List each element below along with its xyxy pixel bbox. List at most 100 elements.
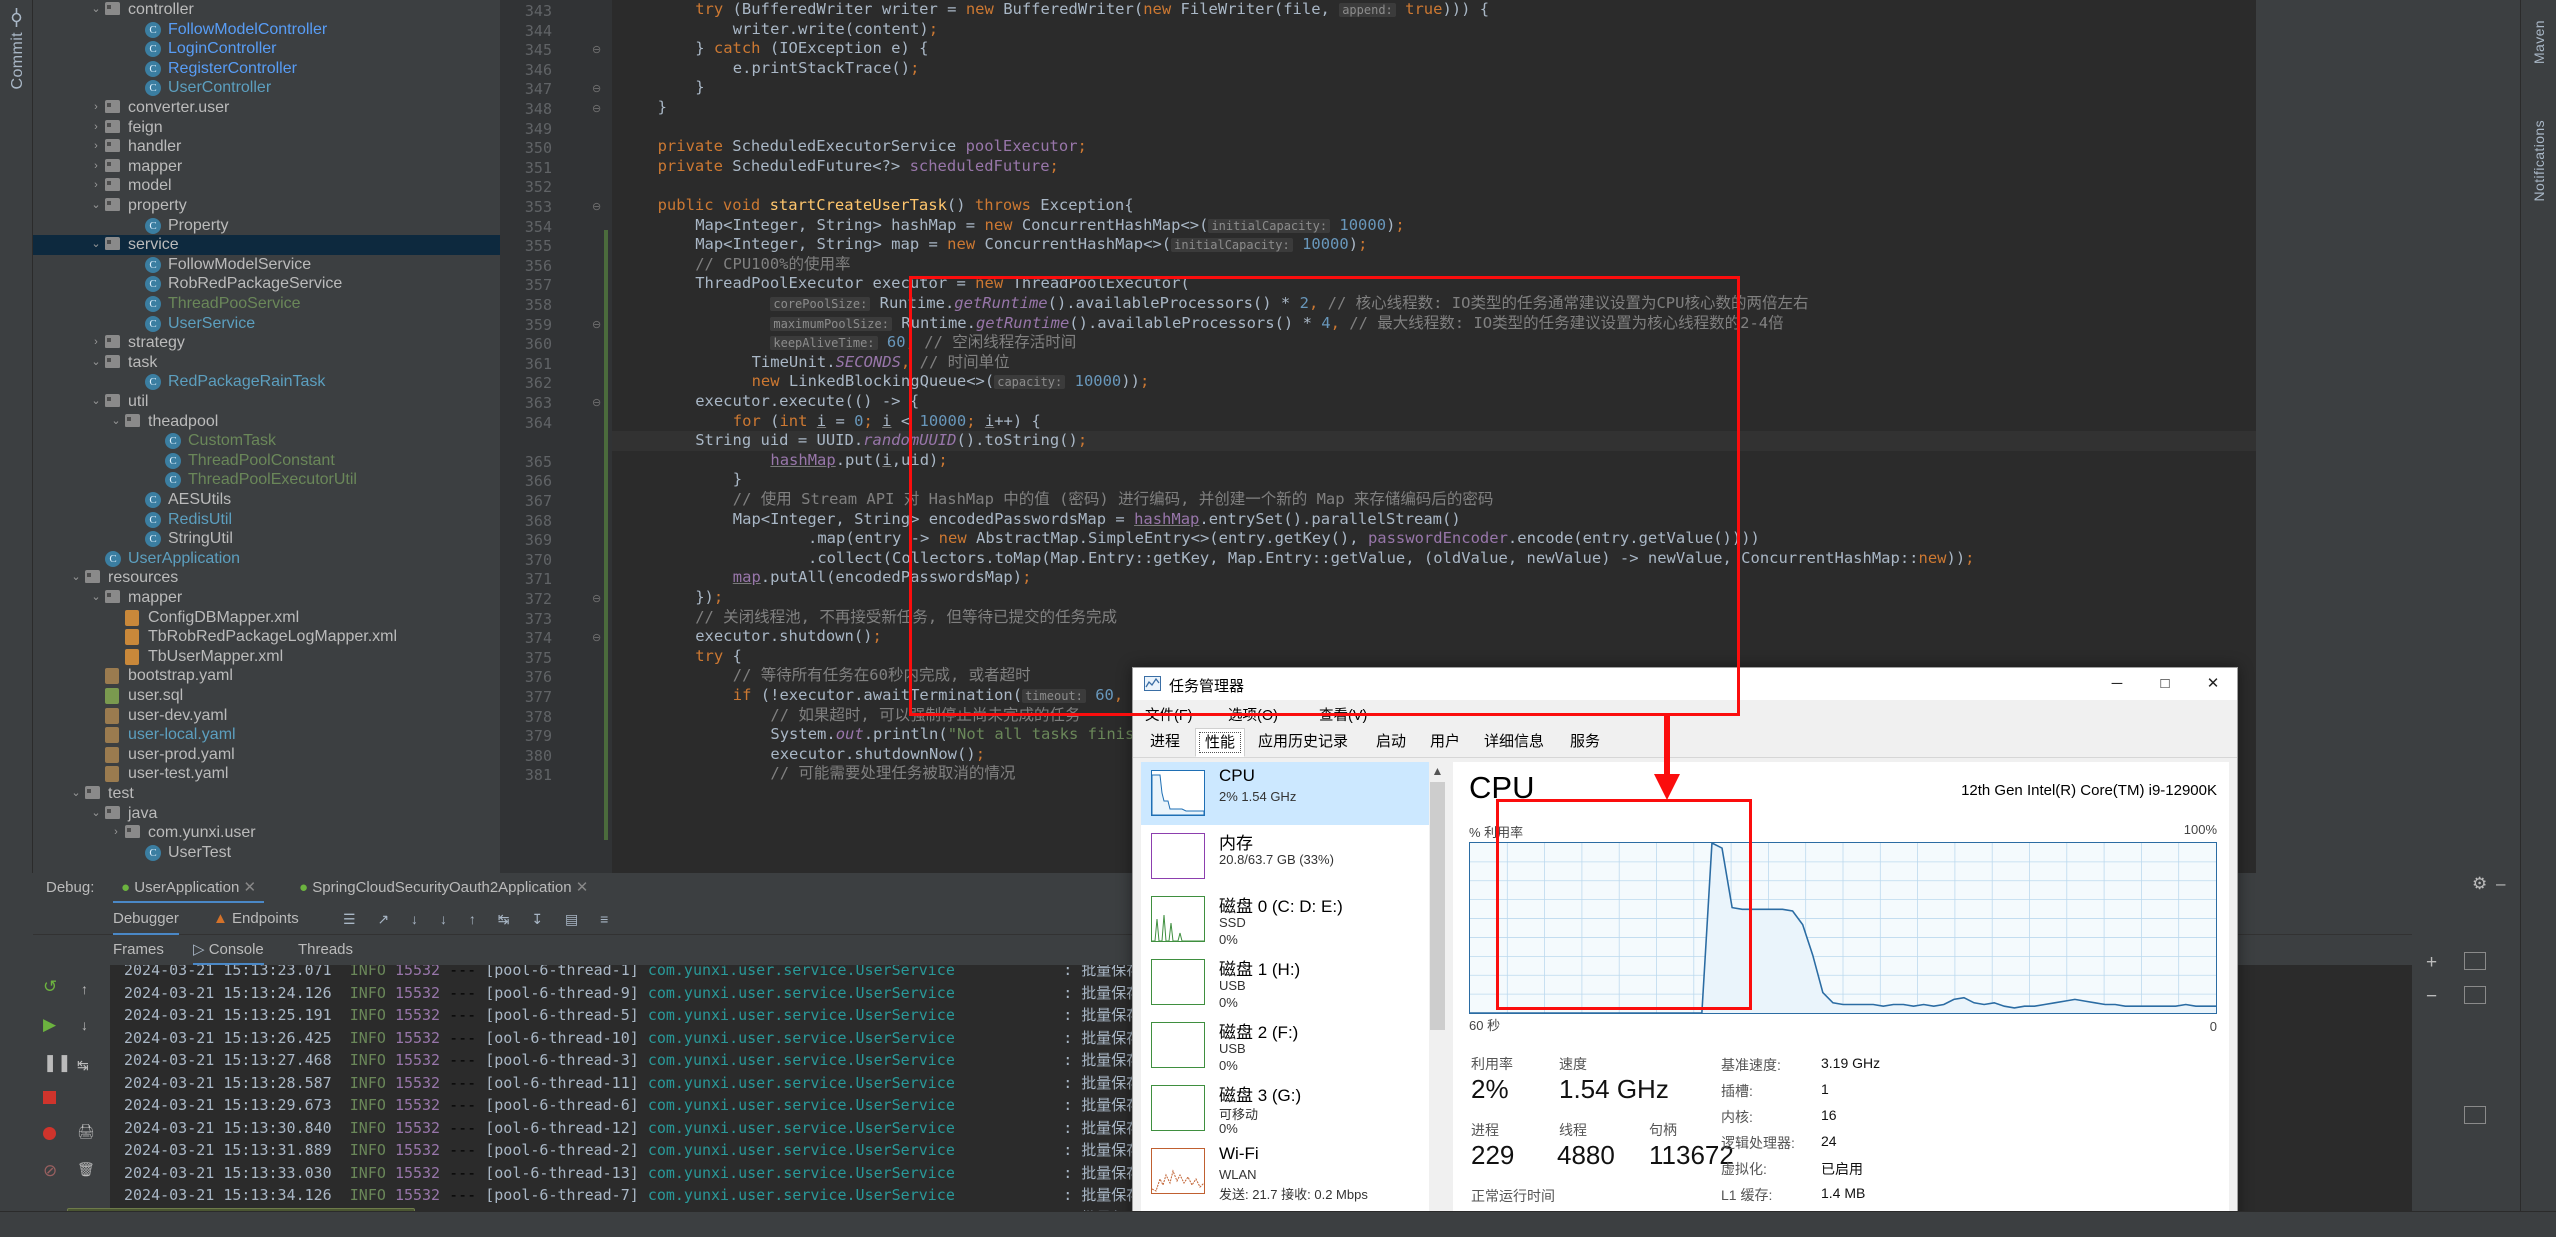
- chevron-right-icon[interactable]: ›: [89, 98, 103, 118]
- code-line[interactable]: for (int i = 0; i < 10000; i++) {: [676, 412, 1041, 432]
- tree-item[interactable]: CRedPackageRainTask: [33, 372, 500, 392]
- code-line[interactable]: try (BufferedWriter writer = new Buffere…: [658, 0, 1490, 20]
- code-line[interactable]: TimeUnit.SECONDS, // 时间单位: [686, 353, 1010, 373]
- tree-item[interactable]: CAESUtils: [33, 490, 500, 510]
- code-line[interactable]: private ScheduledFuture<?> scheduledFutu…: [639, 157, 1059, 177]
- code-fold-icon[interactable]: ⊖: [592, 592, 604, 604]
- code-line[interactable]: .collect(Collectors.toMap(Map.Entry::get…: [714, 549, 1975, 569]
- commit-strip-label[interactable]: Commit: [9, 32, 27, 90]
- tab-endpoints[interactable]: ▲ Endpoints: [213, 903, 299, 935]
- tree-item[interactable]: ›converter.user: [33, 98, 500, 118]
- tree-item[interactable]: ›model: [33, 176, 500, 196]
- tab-启动[interactable]: 启动: [1367, 728, 1415, 757]
- tree-item[interactable]: ›com.yunxi.user: [33, 823, 500, 843]
- close-icon[interactable]: ✕: [243, 879, 256, 896]
- debug-tab-userapplication[interactable]: ● UserApplication ✕: [113, 873, 264, 903]
- commit-icon[interactable]: [7, 8, 26, 27]
- scrollbar-thumb[interactable]: [1430, 782, 1445, 1030]
- tab-console[interactable]: ▷ Console: [193, 935, 264, 965]
- code-fold-icon[interactable]: ⊖: [592, 396, 604, 408]
- menu-view[interactable]: 查看(V): [1319, 704, 1367, 725]
- code-line[interactable]: .map(entry -> new AbstractMap.SimpleEntr…: [714, 529, 1760, 549]
- tree-item[interactable]: CUserService: [33, 314, 500, 334]
- tree-item[interactable]: CRobRedPackageService: [33, 274, 500, 294]
- code-line[interactable]: hashMap.put(i,uid);: [695, 451, 948, 471]
- code-line[interactable]: }: [676, 470, 742, 490]
- tree-item[interactable]: ⌄mapper: [33, 588, 500, 608]
- code-fold-icon[interactable]: ⊖: [592, 631, 604, 643]
- minimize-icon[interactable]: –: [2496, 874, 2505, 894]
- tree-item[interactable]: CFollowModelController: [33, 20, 500, 40]
- tree-item[interactable]: ⌄theadpool: [33, 412, 500, 432]
- tree-item[interactable]: CThreadPoolExecutorUtil: [33, 470, 500, 490]
- right-side-panel[interactable]: ⚙ – + −: [2412, 866, 2520, 1237]
- evaluate-icon[interactable]: [2464, 952, 2486, 970]
- chevron-right-icon[interactable]: ›: [89, 137, 103, 157]
- resource-item[interactable]: 磁盘 0 (C: D: E:)SSD0%: [1141, 888, 1429, 951]
- code-line[interactable]: map.putAll(encodedPasswordsMap);: [676, 568, 1031, 588]
- tree-item[interactable]: bootstrap.yaml: [33, 666, 500, 686]
- tree-item[interactable]: ConfigDBMapper.xml: [33, 608, 500, 628]
- up-icon[interactable]: ↑: [81, 981, 88, 997]
- code-line[interactable]: // 等待所有任务在60秒内完成, 或者超时: [676, 666, 1030, 686]
- stop-icon[interactable]: [43, 1091, 56, 1104]
- project-tree[interactable]: ⌄controllerCFollowModelControllerCLoginC…: [33, 0, 500, 873]
- chevron-right-icon[interactable]: ›: [109, 823, 123, 843]
- code-line[interactable]: executor.shutdownNow();: [695, 745, 985, 765]
- code-line[interactable]: new LinkedBlockingQueue<>(capacity: 1000…: [686, 372, 1150, 392]
- notifications-strip-label[interactable]: Notifications: [2531, 120, 2547, 201]
- chevron-down-icon[interactable]: ⌄: [89, 235, 103, 255]
- code-line[interactable]: });: [658, 588, 724, 608]
- remove-icon[interactable]: −: [2426, 986, 2437, 1008]
- resource-list-scrollbar[interactable]: ▲ ▼: [1429, 762, 1446, 1226]
- tree-item[interactable]: TbRobRedPackageLogMapper.xml: [33, 627, 500, 647]
- code-line[interactable]: String uid = UUID.randomUUID().toString(…: [612, 431, 2256, 451]
- tree-item[interactable]: CStringUtil: [33, 529, 500, 549]
- code-fold-icon[interactable]: ⊖: [592, 82, 604, 94]
- tree-item[interactable]: CThreadPooService: [33, 294, 500, 314]
- minimize-button[interactable]: ─: [2093, 668, 2141, 700]
- chevron-down-icon[interactable]: ⌄: [89, 0, 103, 20]
- code-line[interactable]: }: [639, 98, 667, 118]
- close-button[interactable]: ✕: [2189, 668, 2237, 700]
- tree-item[interactable]: CRedisUtil: [33, 510, 500, 530]
- tab-应用历史记录[interactable]: 应用历史记录: [1249, 728, 1357, 757]
- tab-详细信息[interactable]: 详细信息: [1475, 728, 1553, 757]
- code-line[interactable]: // 使用 Stream API 对 HashMap 中的值 (密码) 进行编码…: [676, 490, 1493, 510]
- code-line[interactable]: // 可能需要处理任务被取消的情况: [695, 764, 1015, 784]
- code-line[interactable]: try {: [658, 647, 742, 667]
- code-fold-icon[interactable]: ⊖: [592, 43, 604, 55]
- tab-frames[interactable]: Frames: [113, 935, 164, 965]
- debug-tab-springcloud[interactable]: ● SpringCloudSecurityOauth2Application ✕: [291, 873, 596, 903]
- code-line[interactable]: }: [658, 78, 705, 98]
- resource-item[interactable]: 磁盘 1 (H:)USB0%: [1141, 951, 1429, 1014]
- chevron-down-icon[interactable]: ⌄: [69, 784, 83, 804]
- tab-threads[interactable]: Threads: [298, 935, 353, 965]
- tree-item[interactable]: CThreadPoolConstant: [33, 451, 500, 471]
- tree-item[interactable]: CFollowModelService: [33, 255, 500, 275]
- code-fold-icon[interactable]: ⊖: [592, 318, 604, 330]
- rerun-icon[interactable]: ↺: [43, 977, 57, 997]
- code-line[interactable]: public void startCreateUserTask() throws…: [639, 196, 1134, 216]
- tree-item[interactable]: ›mapper: [33, 157, 500, 177]
- code-line[interactable]: private ScheduledExecutorService poolExe…: [639, 137, 1087, 157]
- code-fold-icon[interactable]: ⊖: [592, 200, 604, 212]
- code-line[interactable]: // 关闭线程池, 不再接受新任务, 但等待已提交的任务完成: [658, 608, 1117, 628]
- tree-item[interactable]: user-prod.yaml: [33, 745, 500, 765]
- tree-item[interactable]: CProperty: [33, 216, 500, 236]
- tree-item[interactable]: TbUserMapper.xml: [33, 647, 500, 667]
- scroll-to-end-icon[interactable]: ↓: [81, 1017, 88, 1033]
- settings-gear-icon[interactable]: ⚙: [2472, 874, 2487, 894]
- tab-用户[interactable]: 用户: [1421, 728, 1469, 757]
- resource-item[interactable]: 磁盘 3 (G:)可移动0%: [1141, 1077, 1429, 1140]
- tree-item[interactable]: CUserTest: [33, 843, 500, 863]
- code-line[interactable]: } catch (IOException e) {: [658, 39, 929, 59]
- maven-strip-label[interactable]: Maven: [2531, 20, 2547, 64]
- tree-item[interactable]: ⌄util: [33, 392, 500, 412]
- scroll-up-icon[interactable]: ▲: [1429, 762, 1446, 780]
- tree-item[interactable]: user.sql: [33, 686, 500, 706]
- tree-item[interactable]: ›strategy: [33, 333, 500, 353]
- pause-icon[interactable]: ❚❚: [43, 1053, 72, 1073]
- chevron-down-icon[interactable]: ⌄: [89, 392, 103, 412]
- tab-服务[interactable]: 服务: [1561, 728, 1609, 757]
